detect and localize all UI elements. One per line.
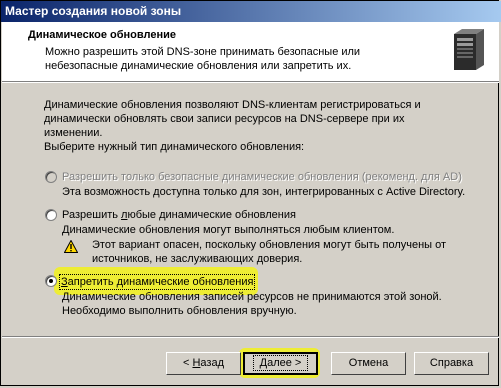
server-icon [446,28,488,74]
intro-text: Динамические обновления позволяют DNS-кл… [44,99,421,139]
option-deny-desc: Динамические обновления записей ресурсов… [62,291,442,317]
wizard-dialog: Мастер создания новой зоны Динамическое … [0,0,501,386]
header-title: Динамическое обновление [28,29,176,41]
cancel-button[interactable]: Отмена [331,352,406,375]
option-allow-any-warning: Этот вариант опасен, поскольку обновлени… [92,239,447,265]
option-secure-only-desc: Эта возможность доступна только для зон,… [62,186,466,198]
next-button[interactable]: Далее > [243,352,318,375]
radio-deny[interactable] [45,275,57,287]
warning-icon [63,239,79,256]
help-button[interactable]: Справка [414,352,489,375]
wizard-header: Динамическое обновление Можно разрешить … [2,22,499,81]
option-secure-only-label: Разрешить только безопасные динамические… [62,171,462,183]
title-bar[interactable]: Мастер создания новой зоны [1,1,501,22]
header-subtitle: Можно разрешить этой DNS-зоне принимать … [45,46,361,72]
option-allow-any-desc: Динамические обновления могут выполнятьс… [62,224,395,236]
window-title: Мастер создания новой зоны [5,4,182,18]
prompt-text: Выберите нужный тип динамического обновл… [44,141,305,153]
option-allow-any-label[interactable]: Разрешить любые динамические обновления [62,208,296,222]
radio-dot [49,279,53,283]
header-separator [2,81,499,83]
footer-separator [2,336,499,338]
option-deny-label[interactable]: Запретить динамические обновления [59,274,256,290]
radio-secure-only[interactable] [45,171,57,183]
back-button[interactable]: < Назад [166,352,241,375]
radio-allow-any[interactable] [45,209,57,221]
